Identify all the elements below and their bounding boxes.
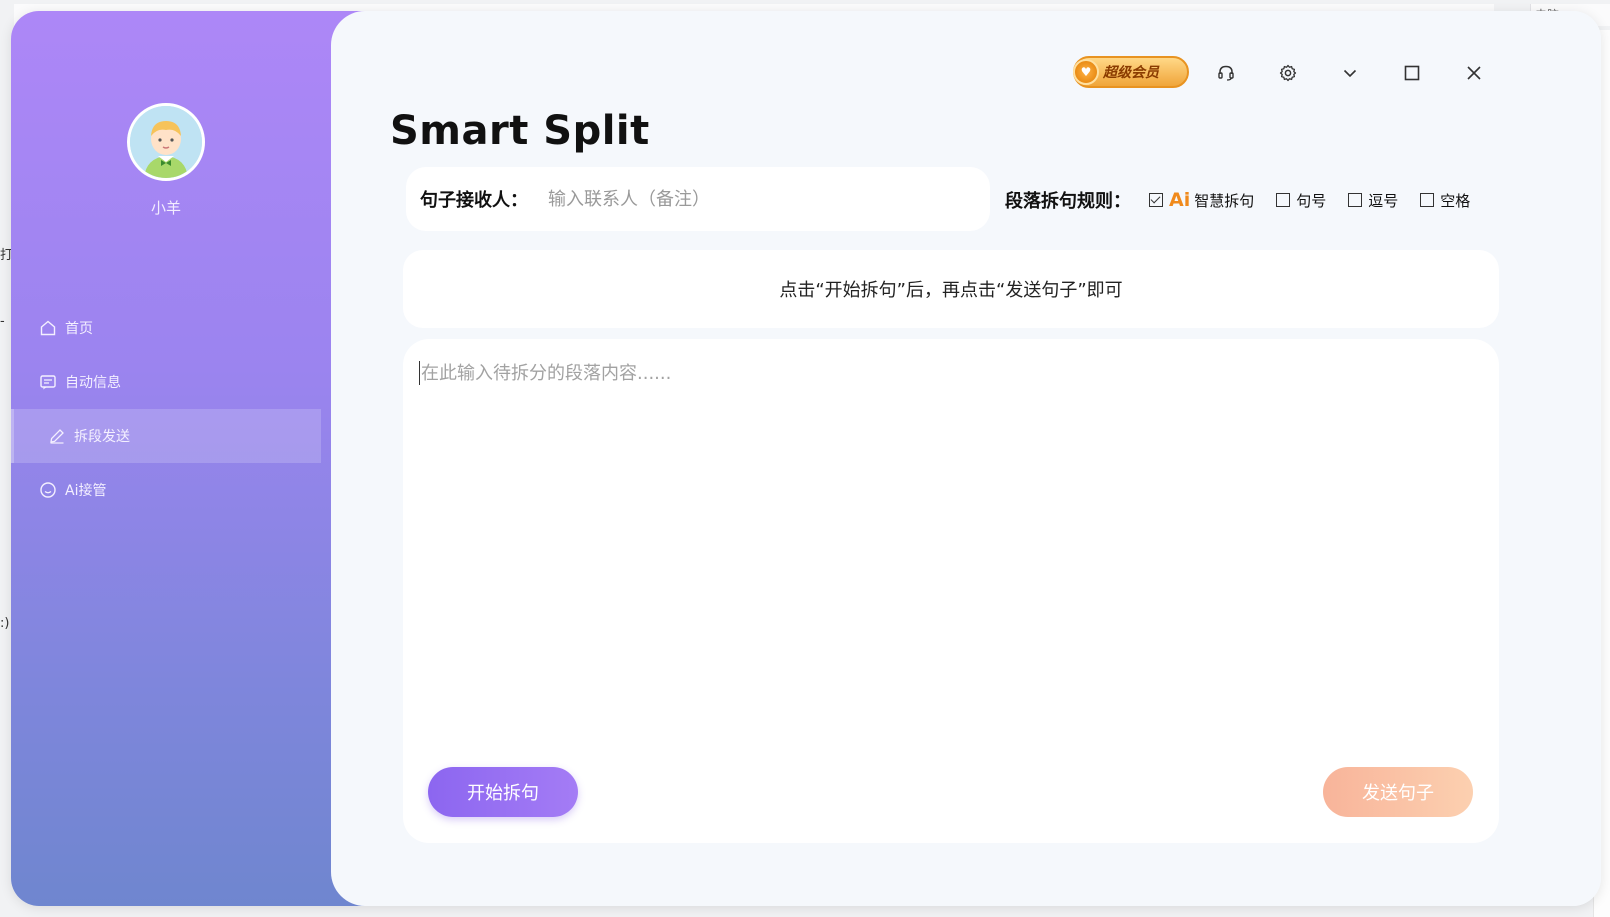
headset-icon (1218, 65, 1234, 81)
page-title: Smart Split (390, 108, 650, 154)
rule-label: 逗号 (1368, 191, 1399, 210)
main-panel: ♥ 超级会员 Smart Split 句子接收人： 段落拆句规则： Ai (331, 11, 1601, 906)
sidebar-item-label: Ai接管 (65, 483, 107, 499)
rule-label: 空格 (1440, 191, 1471, 210)
send-sentences-button[interactable]: 发送句子 (1323, 767, 1473, 817)
chevron-down-icon (1343, 69, 1357, 78)
collapse-button[interactable] (1337, 60, 1363, 86)
maximize-button[interactable] (1399, 60, 1425, 86)
hint-box: 点击“开始拆句”后，再点击“发送句子”即可 (403, 250, 1499, 328)
checkbox-icon (1420, 193, 1435, 207)
heart-icon: ♥ (1073, 59, 1099, 85)
receiver-label: 句子接收人： (420, 190, 528, 211)
home-icon (39, 319, 57, 337)
receiver-box: 句子接收人： (406, 167, 990, 231)
hint-text: 点击“开始拆句”后，再点击“发送句子”即可 (779, 280, 1123, 301)
rule-comma[interactable]: 逗号 (1348, 190, 1398, 211)
edit-icon (48, 427, 66, 445)
rule-ai-smart-split[interactable]: Ai 智慧拆句 (1149, 189, 1254, 211)
rule-period[interactable]: 句号 (1276, 190, 1326, 211)
username: 小羊 (150, 199, 181, 217)
background-glyph: - (0, 314, 5, 329)
support-button[interactable] (1213, 60, 1239, 86)
gear-icon (1279, 64, 1297, 82)
rule-space[interactable]: 空格 (1420, 190, 1470, 211)
sidebar-item-auto-message[interactable]: 自动信息 (11, 355, 321, 409)
sidebar: 小羊 首页 自动信息 拆段发送 Ai接管 (11, 11, 371, 906)
sidebar-item-label: 拆段发送 (74, 429, 130, 445)
start-split-button[interactable]: 开始拆句 (428, 767, 578, 817)
close-button[interactable] (1461, 60, 1487, 86)
checkbox-icon (1276, 193, 1291, 207)
sidebar-item-split-send[interactable]: 拆段发送 (11, 409, 321, 463)
sidebar-item-ai-takeover[interactable]: Ai接管 (11, 463, 321, 517)
rule-label: 句号 (1296, 191, 1327, 210)
sidebar-item-home[interactable]: 首页 (11, 301, 321, 355)
split-rules: 段落拆句规则： Ai 智慧拆句 句号 逗号 空格 (1005, 187, 1470, 213)
avatar-illustration (130, 106, 202, 178)
app-window: 小羊 首页 自动信息 拆段发送 Ai接管 ♥ 超级会员 Smart Split … (11, 11, 1601, 906)
checkbox-icon (1348, 193, 1363, 207)
ai-tag: Ai (1169, 189, 1191, 211)
settings-button[interactable] (1275, 60, 1301, 86)
smile-icon (39, 481, 57, 499)
sidebar-item-label: 自动信息 (65, 375, 121, 391)
background-glyph: :) (0, 616, 10, 631)
text-caret (419, 361, 420, 385)
rule-label: 智慧拆句 (1194, 191, 1255, 210)
vip-label: 超级会员 (1103, 65, 1159, 81)
receiver-input[interactable] (546, 187, 930, 211)
checkbox-icon (1149, 193, 1163, 207)
sidebar-item-label: 首页 (65, 321, 93, 337)
paragraph-input[interactable] (419, 357, 1483, 741)
vip-badge[interactable]: ♥ 超级会员 (1073, 56, 1189, 88)
avatar[interactable] (127, 103, 205, 181)
paragraph-editor-box: 开始拆句 发送句子 (403, 339, 1499, 843)
close-icon (1467, 66, 1481, 80)
rules-label: 段落拆句规则： (1005, 191, 1131, 212)
maximize-icon (1404, 65, 1420, 81)
message-icon (39, 373, 57, 391)
